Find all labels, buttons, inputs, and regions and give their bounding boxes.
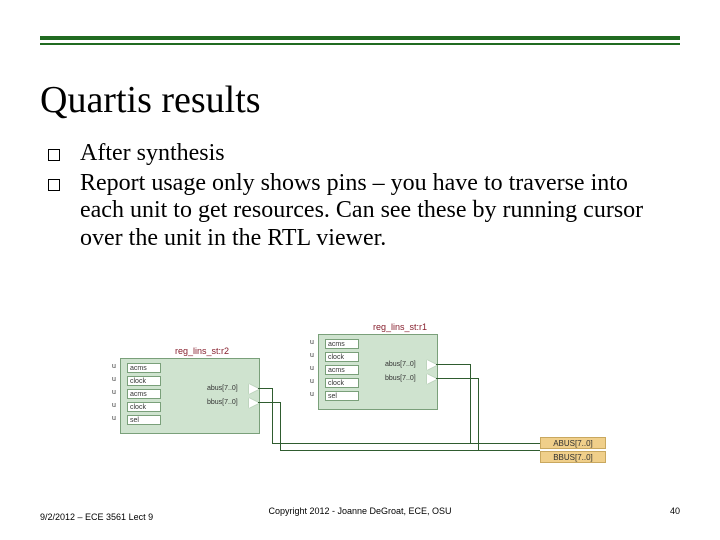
port-cell: acms [127, 389, 161, 399]
port-cell: clock [127, 376, 161, 386]
wire [436, 364, 470, 365]
output-buffer-icon [427, 374, 437, 384]
wire [436, 378, 478, 379]
title-rules [40, 32, 680, 45]
pin-tick: u [310, 352, 314, 359]
slide-number: 40 [670, 506, 680, 516]
block-label: reg_lins_st:r2 [175, 346, 229, 356]
port-cell: clock [325, 378, 359, 388]
output-buffer-icon [249, 384, 259, 394]
pin-tick: u [112, 415, 116, 422]
wire [258, 388, 272, 389]
bullet-list: After synthesis Report usage only shows … [48, 140, 670, 254]
port-cell: clock [127, 402, 161, 412]
port-cell: acms [127, 363, 161, 373]
bullet-text: After synthesis [80, 140, 670, 168]
wire [272, 388, 273, 443]
wire [280, 450, 540, 451]
port-right: bbus[7..0] [207, 399, 238, 406]
pin-tick: u [310, 365, 314, 372]
bullet-item: After synthesis [48, 140, 670, 168]
wire [478, 378, 479, 450]
pin-tick: u [112, 376, 116, 383]
port-cell: sel [127, 415, 161, 425]
wire [280, 402, 281, 450]
pin-tick: u [310, 339, 314, 346]
bullet-text: Report usage only shows pins – you have … [80, 170, 670, 253]
bullet-item: Report usage only shows pins – you have … [48, 170, 670, 253]
bullet-marker [48, 149, 60, 161]
wire [470, 364, 471, 443]
port-right: abus[7..0] [207, 385, 238, 392]
port-cell: sel [325, 391, 359, 401]
diagram-block: acms clock acms clock sel abus[7..0] bbu… [120, 358, 260, 434]
bullet-marker [48, 179, 60, 191]
pin-tick: u [112, 402, 116, 409]
output-buffer-icon [249, 398, 259, 408]
port-cell: clock [325, 352, 359, 362]
bus-label: BBUS[7..0] [540, 451, 606, 463]
diagram-block: acms clock acms clock sel abus[7..0] bbu… [318, 334, 438, 410]
footer-center: Copyright 2012 - Joanne DeGroat, ECE, OS… [0, 506, 720, 516]
bus-label: ABUS[7..0] [540, 437, 606, 449]
pin-tick: u [112, 363, 116, 370]
port-right: abus[7..0] [385, 361, 416, 368]
port-cell: acms [325, 365, 359, 375]
pin-tick: u [310, 378, 314, 385]
wire [272, 443, 540, 444]
pin-tick: u [310, 391, 314, 398]
output-buffer-icon [427, 360, 437, 370]
slide-title: Quartis results [40, 78, 261, 122]
port-right: bbus[7..0] [385, 375, 416, 382]
wire [258, 402, 280, 403]
block-label: reg_lins_st:r1 [373, 322, 427, 332]
pin-tick: u [112, 389, 116, 396]
port-cell: acms [325, 339, 359, 349]
